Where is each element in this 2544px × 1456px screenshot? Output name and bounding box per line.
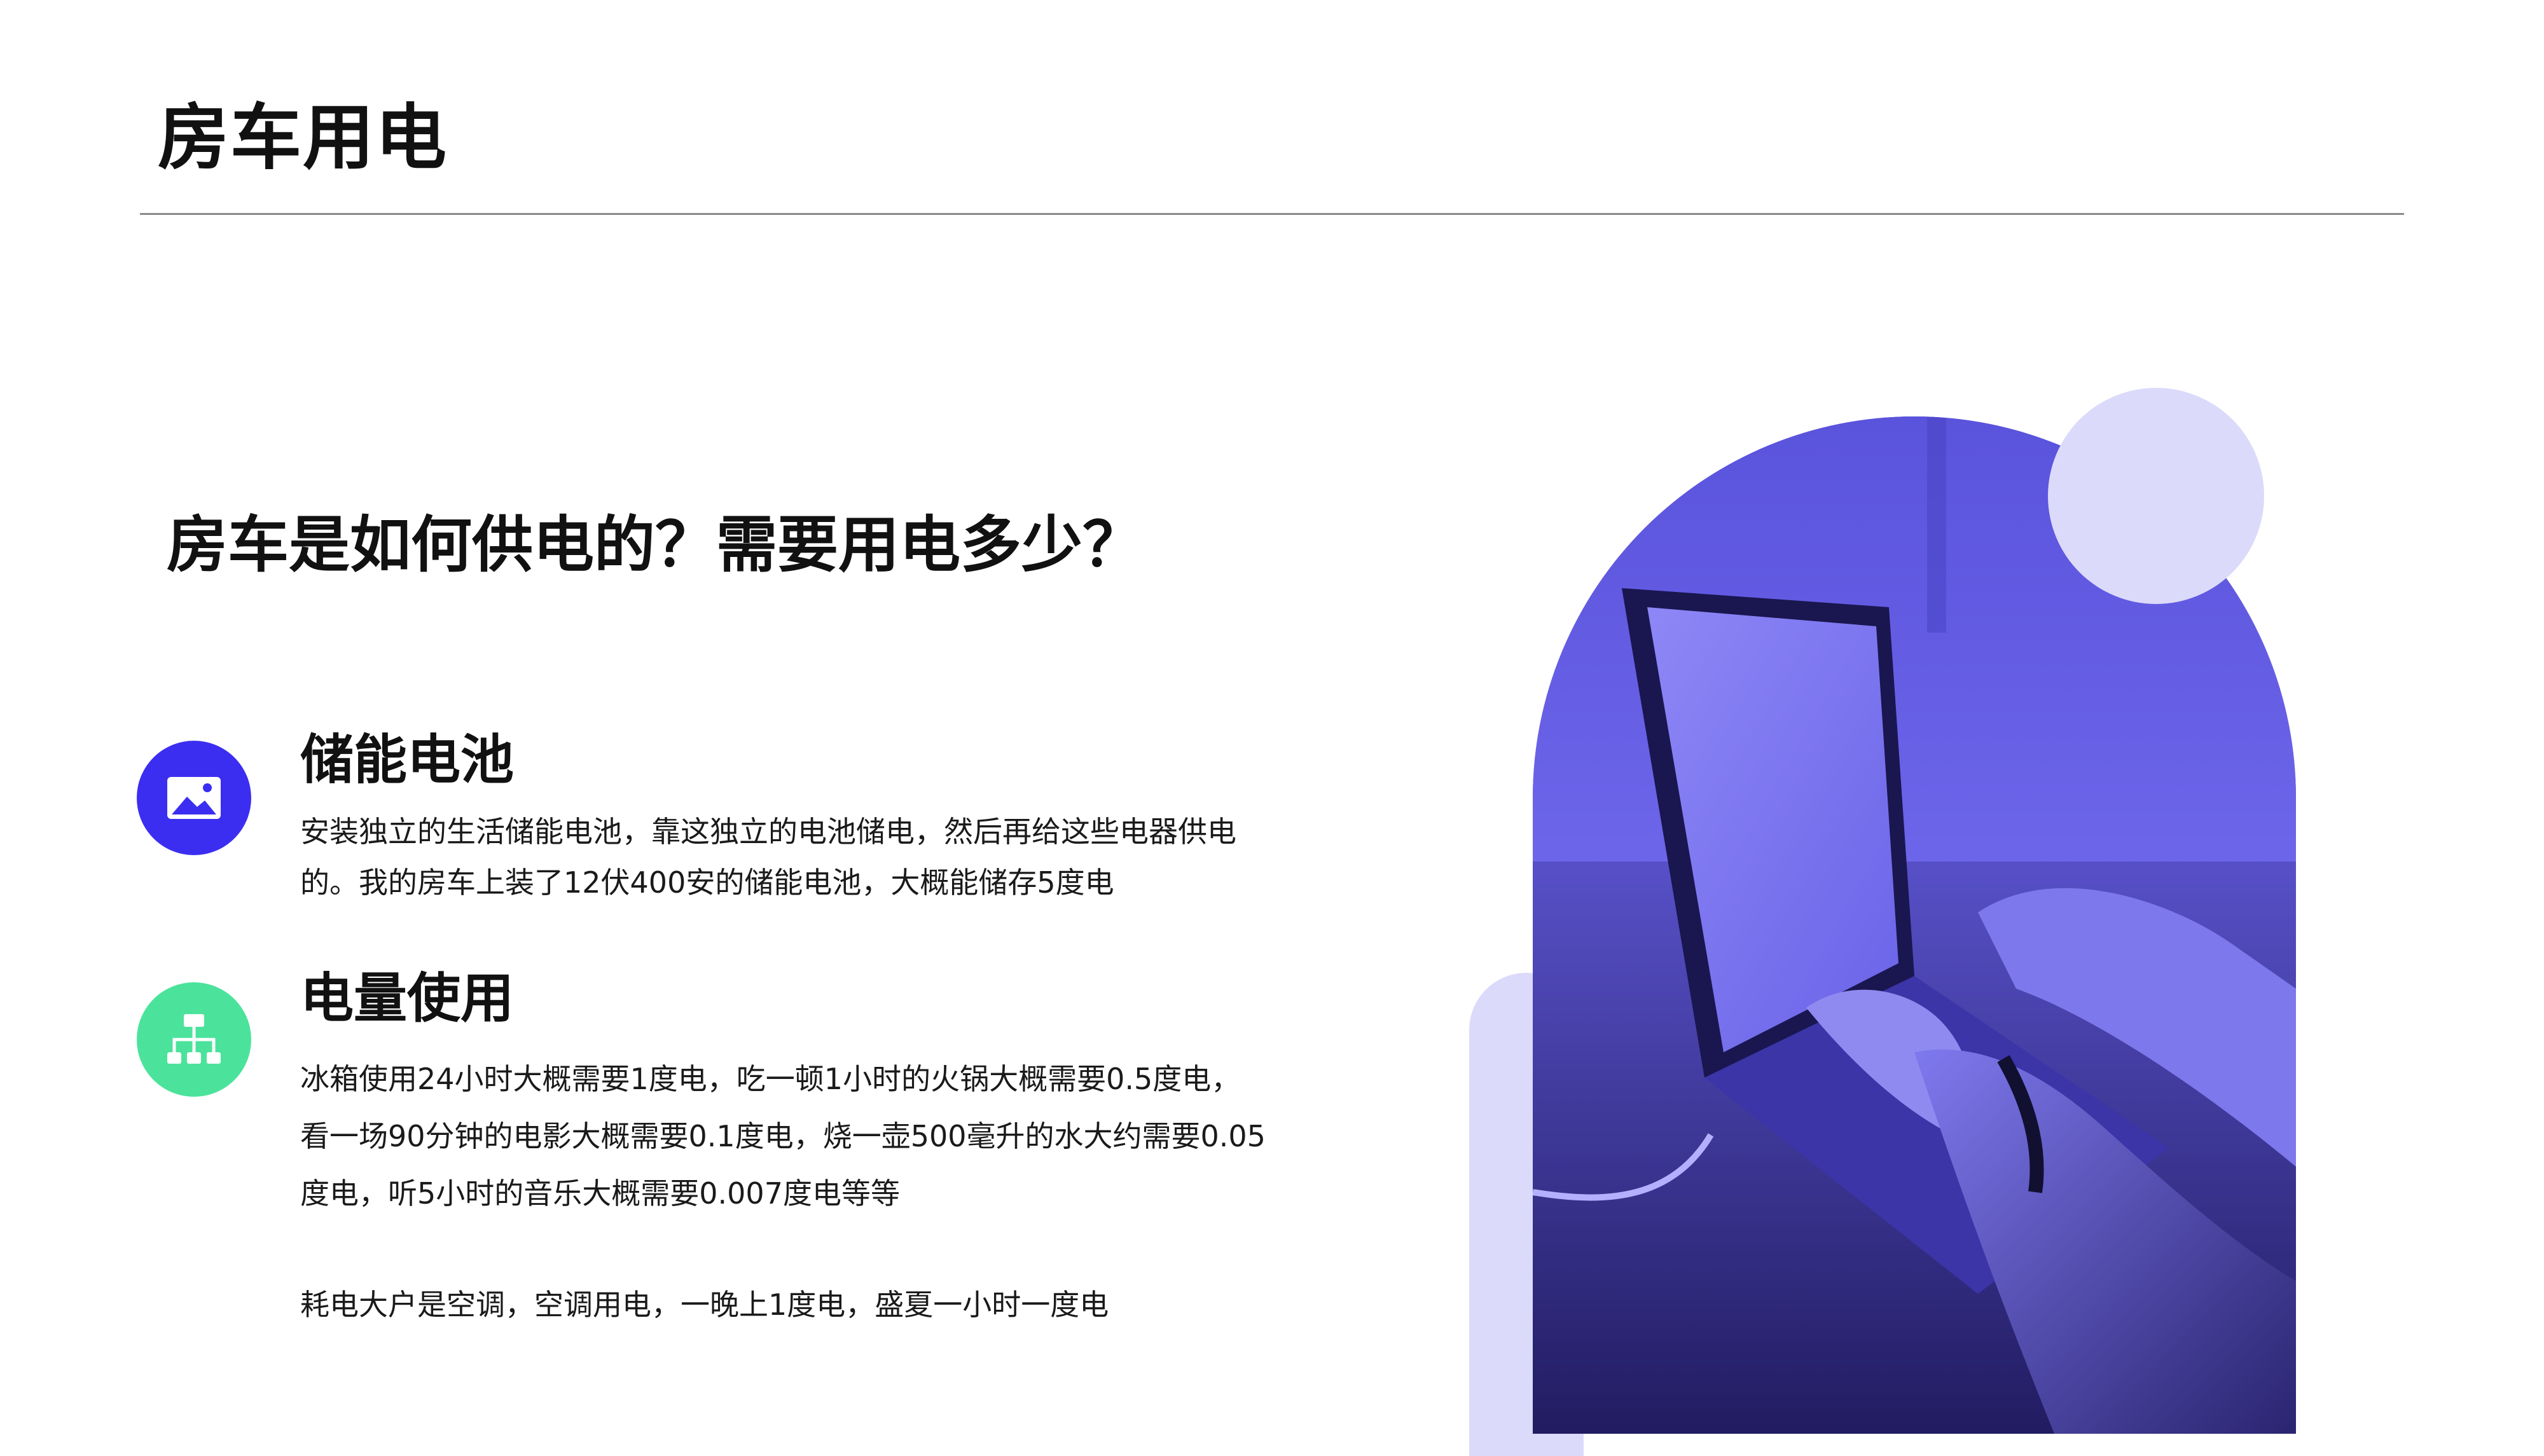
title-divider <box>140 213 2404 215</box>
sitemap-icon <box>137 982 251 1097</box>
body-line: 安装独立的生活储能电池，靠这独立的电池储电，然后再给这些电器供电 <box>300 814 1236 849</box>
section-note-usage: 耗电大户是空调，空调用电，一晚上1度电，盛夏一小时一度电 <box>300 1288 1109 1322</box>
page-title: 房车用电 <box>158 97 448 179</box>
section-body-battery: 安装独立的生活储能电池，靠这独立的电池储电，然后再给这些电器供电 的。我的房车上… <box>300 806 1343 908</box>
section-body-usage: 冰箱使用24小时大概需要1度电，吃一顿1小时的火锅大概需要0.5度电， 看一场9… <box>300 1050 1343 1222</box>
body-line: 冰箱使用24小时大概需要1度电，吃一顿1小时的火锅大概需要0.5度电， <box>300 1062 1241 1096</box>
body-line: 度电，听5小时的音乐大概需要0.007度电等等 <box>300 1176 900 1211</box>
decorative-circle <box>2048 388 2264 604</box>
image-icon <box>137 741 251 855</box>
slide-subtitle: 房车是如何供电的？需要用电多少？ <box>167 509 1144 580</box>
body-line: 看一场90分钟的电影大概需要0.1度电，烧一壶500毫升的水大约需要0.05 <box>300 1119 1266 1153</box>
body-line: 的。我的房车上装了12伏400安的储能电池，大概能储存5度电 <box>300 865 1114 900</box>
section-heading-usage: 电量使用 <box>300 967 515 1029</box>
section-heading-battery: 储能电池 <box>300 729 515 791</box>
